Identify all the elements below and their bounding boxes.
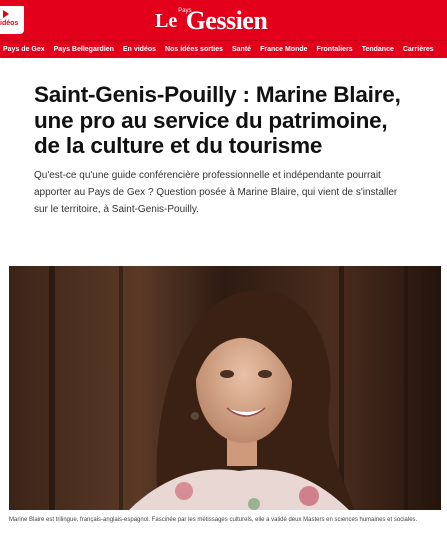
site-header: idéos Le Pays Gessien xyxy=(0,0,447,40)
logo-gessien: Gessien xyxy=(185,6,268,35)
play-icon xyxy=(3,10,9,18)
videos-label: idéos xyxy=(0,20,19,27)
nav-item-sante[interactable]: Santé xyxy=(232,46,251,53)
nav-item-pays-bellegardien[interactable]: Pays Bellegardien xyxy=(54,46,114,53)
article-photo[interactable] xyxy=(9,266,441,510)
nav-item-pays-de-gex[interactable]: Pays de Gex xyxy=(3,46,45,53)
portrait-illustration xyxy=(9,266,441,510)
nav-item-tendance[interactable]: Tendance xyxy=(362,46,394,53)
main-navigation: Pays de Gex Pays Bellegardien En vidéos … xyxy=(0,40,447,58)
logo-pays: Pays xyxy=(178,8,192,14)
nav-item-frontaliers[interactable]: Frontaliers xyxy=(317,46,353,53)
site-logo[interactable]: Le Pays Gessien xyxy=(155,2,268,36)
nav-item-en-videos[interactable]: En vidéos xyxy=(123,46,156,53)
article-title: Saint-Genis-Pouilly : Marine Blaire, une… xyxy=(34,82,401,158)
article: Saint-Genis-Pouilly : Marine Blaire, une… xyxy=(34,82,414,218)
photo-caption: Marine Blaire est trilingue, français-an… xyxy=(9,517,418,523)
nav-item-france-monde[interactable]: France Monde xyxy=(260,46,307,53)
videos-shortcut[interactable]: idéos xyxy=(0,6,24,34)
nav-item-idees-sorties[interactable]: Nos idées sorties xyxy=(165,46,223,53)
article-lead: Qu'est-ce qu'une guide conférencière pro… xyxy=(34,169,398,215)
nav-item-carrieres[interactable]: Carrières xyxy=(403,46,434,53)
logo-le: Le xyxy=(155,10,178,32)
